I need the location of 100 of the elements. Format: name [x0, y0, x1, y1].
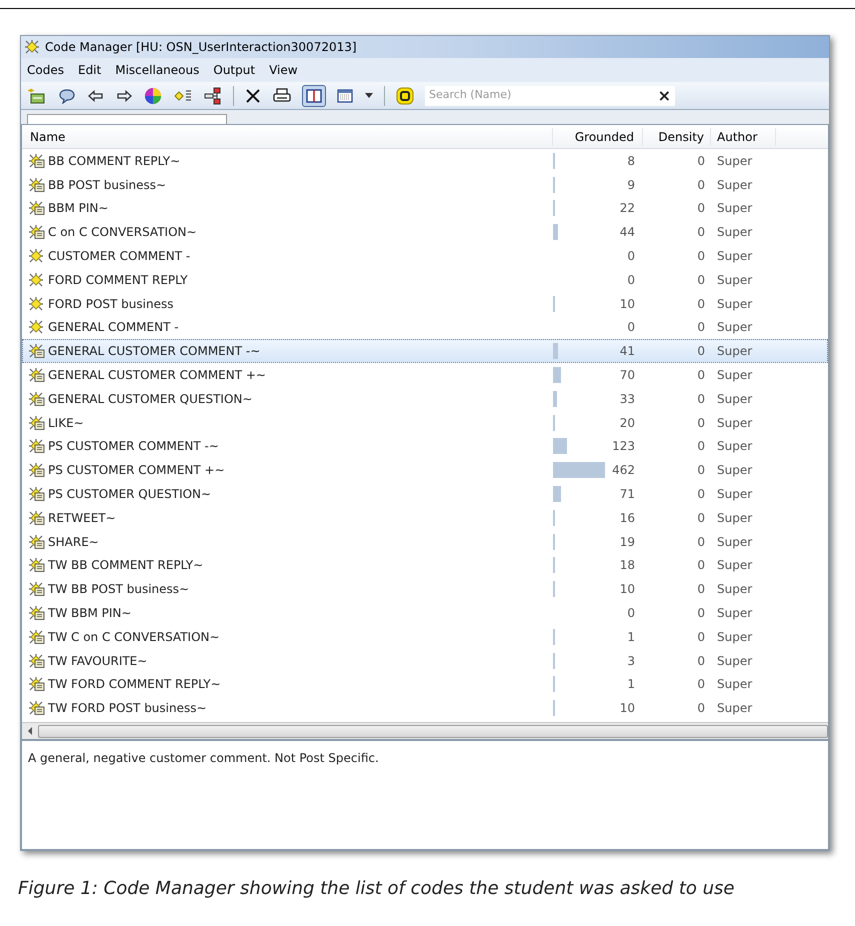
search-field[interactable]: Search (Name) × — [425, 86, 675, 106]
author-name: Super — [716, 176, 754, 194]
author-name: Super — [716, 510, 754, 527]
toolbar-button[interactable] — [395, 84, 415, 106]
grounded-count: 123 — [612, 438, 635, 456]
author-name: Super — [716, 676, 754, 694]
author-name: Super — [716, 534, 754, 551]
table-row[interactable]: PS CUSTOMER COMMENT -~ 123 0 Super — [22, 434, 828, 458]
grounded-bar — [553, 534, 556, 550]
code-name: BB POST business~ — [48, 176, 166, 194]
clear-search-button[interactable]: × — [658, 88, 671, 104]
table-row[interactable]: GENERAL COMMENT - 0 0 Super — [22, 316, 828, 340]
menu-item[interactable]: Edit — [78, 61, 102, 79]
author-name: Super — [716, 367, 754, 384]
code-name: CUSTOMER COMMENT - — [48, 248, 190, 266]
code-memo-icon — [29, 630, 45, 644]
table-row[interactable]: GENERAL CUSTOMER COMMENT -~ 41 0 Super — [22, 339, 828, 364]
table-row[interactable]: BBM PIN~ 22 0 Super — [22, 196, 828, 220]
table-row[interactable]: TW FAVOURITE~ 3 0 Super — [22, 648, 828, 673]
table-row[interactable]: TW FORD POST business~ 10 0 Super — [22, 696, 828, 720]
table-row[interactable]: GENERAL CUSTOMER QUESTION~ 33 0 Super — [22, 386, 828, 411]
table-row[interactable]: BB COMMENT REPLY~ 8 0 Super — [22, 149, 828, 173]
column-header[interactable]: Grounded — [552, 128, 642, 146]
menu-item[interactable]: Output — [213, 61, 256, 79]
code-memo-icon — [29, 463, 45, 478]
code-memo-icon — [29, 606, 45, 620]
author-name: Super — [716, 581, 754, 598]
author-name: Super — [716, 438, 754, 456]
table-row[interactable]: PS CUSTOMER QUESTION~ 71 0 Super — [22, 482, 828, 506]
table-row[interactable]: FORD POST business 10 0 Super — [22, 292, 828, 316]
density-value: 0 — [696, 248, 706, 266]
toolbar-button[interactable] — [203, 84, 223, 106]
code-name: TW FORD POST business~ — [48, 700, 207, 718]
code-memo-icon — [29, 344, 45, 358]
speech-bubble-icon — [58, 88, 76, 104]
table-row[interactable]: LIKE~ 20 0 Super — [22, 410, 828, 435]
code-name: TW BBM PIN~ — [48, 605, 132, 622]
code-name: FORD POST business — [48, 296, 174, 313]
column-header[interactable]: Name — [22, 128, 552, 146]
grounded-count: 0 — [627, 319, 635, 336]
density-value: 0 — [696, 200, 706, 218]
table-row[interactable]: TW BB COMMENT REPLY~ 18 0 Super — [22, 554, 828, 578]
table-row[interactable]: TW BBM PIN~ 0 0 Super — [22, 601, 828, 625]
density-value: 0 — [696, 700, 706, 718]
grounded-count: 8 — [627, 152, 635, 170]
author-name: Super — [716, 296, 754, 313]
table-row[interactable]: FORD COMMENT REPLY 0 0 Super — [22, 268, 828, 292]
grounded-count: 0 — [627, 272, 635, 289]
column-header[interactable]: Author — [710, 128, 776, 146]
grounded-count: 462 — [612, 462, 635, 480]
table-row[interactable]: TW BB POST business~ 10 0 Super — [22, 577, 828, 602]
table-row[interactable]: TW FORD COMMENT REPLY~ 1 0 Super — [22, 672, 828, 696]
density-value: 0 — [696, 343, 706, 360]
grounded-count: 71 — [620, 486, 635, 504]
menu-item[interactable]: Codes — [27, 61, 64, 79]
table-row[interactable]: PS CUSTOMER COMMENT +~ 462 0 Super — [22, 458, 828, 482]
grounded-count: 33 — [620, 390, 635, 408]
forward-arrow-icon — [116, 90, 132, 102]
density-value: 0 — [696, 605, 706, 622]
code-memo-icon — [29, 510, 45, 525]
grounded-count: 0 — [627, 605, 635, 622]
grounded-bar — [553, 200, 556, 216]
density-value: 0 — [696, 319, 706, 336]
density-value: 0 — [696, 224, 706, 242]
grounded-count: 1 — [627, 676, 635, 694]
code-name: RETWEET~ — [48, 510, 116, 527]
menu-item[interactable]: View — [269, 61, 298, 79]
grounded-count: 3 — [627, 652, 635, 670]
grounded-count: 18 — [620, 557, 635, 574]
table-row[interactable]: TW C on C CONVERSATION~ 1 0 Super — [22, 624, 828, 649]
author-name: Super — [716, 248, 754, 266]
density-value: 0 — [696, 390, 706, 408]
author-name: Super — [716, 628, 754, 646]
density-value: 0 — [696, 272, 706, 289]
code-memo-icon — [29, 439, 45, 454]
printer-icon — [273, 88, 291, 104]
author-name: Super — [716, 390, 754, 408]
table-row[interactable]: RETWEET~ 16 0 Super — [22, 506, 828, 530]
code-name: BBM PIN~ — [48, 200, 108, 218]
table-row[interactable]: BB POST business~ 9 0 Super — [22, 172, 828, 197]
blank-tab[interactable] — [27, 114, 227, 124]
code-memo-icon — [29, 178, 45, 192]
code-memo-icon — [29, 416, 45, 430]
horizontal-scrollbar[interactable] — [22, 722, 828, 740]
table-row[interactable]: GENERAL CUSTOMER COMMENT +~ 70 0 Super — [22, 363, 828, 387]
author-name: Super — [716, 557, 754, 574]
table-row[interactable]: SHARE~ 19 0 Super — [22, 530, 828, 554]
author-name: Super — [716, 200, 754, 218]
code-name: GENERAL CUSTOMER COMMENT +~ — [48, 367, 266, 384]
menu-item[interactable]: Miscellaneous — [115, 61, 200, 79]
table-row[interactable]: C on C CONVERSATION~ 44 0 Super — [22, 220, 828, 244]
grounded-count: 1 — [627, 628, 635, 646]
table-row[interactable]: CUSTOMER COMMENT - 0 0 Super — [22, 244, 828, 268]
code-memo-icon — [29, 654, 45, 668]
grounded-bar — [553, 224, 558, 240]
column-header[interactable]: Density — [642, 128, 710, 146]
grounded-count: 70 — [620, 367, 635, 384]
density-value: 0 — [696, 176, 706, 194]
author-name: Super — [716, 486, 754, 504]
toolbar-button[interactable] — [302, 84, 326, 106]
